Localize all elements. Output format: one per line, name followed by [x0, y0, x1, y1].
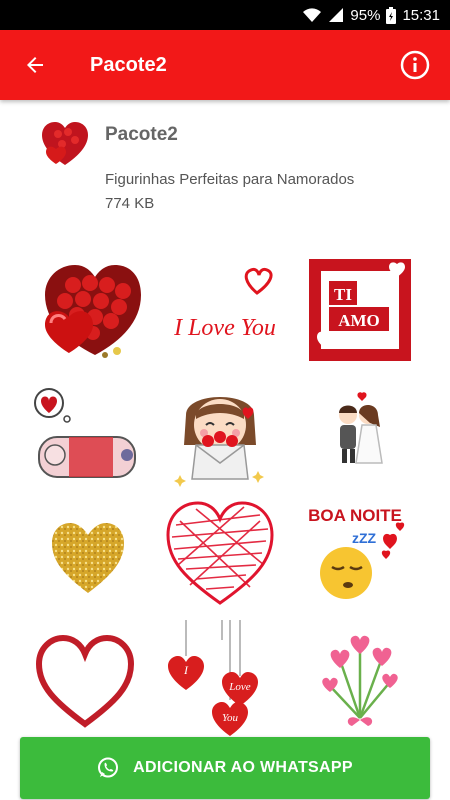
signal-icon: [328, 7, 344, 23]
love-you-text: I Love You: [173, 315, 276, 341]
sticker-girl-with-envelope[interactable]: [160, 375, 280, 495]
hang-heart-text-3: You: [222, 712, 239, 724]
add-to-whatsapp-button[interactable]: ADICIONAR AO WHATSAPP: [20, 737, 430, 799]
sticker-pink-heart-bouquet[interactable]: [300, 620, 420, 740]
sticker-sad-pig[interactable]: [25, 375, 145, 495]
pack-name: Pacote2: [105, 124, 178, 145]
wifi-icon: [302, 7, 322, 23]
battery-icon: [386, 6, 397, 24]
pack-size: 774 KB: [105, 195, 155, 212]
app-bar: Pacote2: [0, 30, 450, 100]
pack-thumbnail: [40, 120, 90, 170]
sticker-boa-noite[interactable]: BOA NOITE zZZ: [300, 495, 420, 615]
arrow-back-icon: [27, 57, 43, 73]
sticker-ti-amo-frame[interactable]: TI AMO: [300, 250, 420, 370]
sticker-kissing-couple[interactable]: [300, 375, 420, 495]
amo-text: AMO: [338, 311, 380, 330]
status-bar: 95% 15:31: [0, 0, 450, 30]
sticker-scribble-heart[interactable]: [160, 495, 280, 615]
clock: 15:31: [402, 6, 440, 24]
back-button[interactable]: [0, 30, 70, 100]
pack-description: Figurinhas Perfeitas para Namorados: [105, 171, 355, 188]
page-title: Pacote2: [90, 53, 167, 76]
sticker-i-love-you[interactable]: I Love You: [165, 250, 285, 370]
zzz-text: zZZ: [352, 530, 377, 546]
pack-header: Pacote2 Figurinhas Perfeitas para Namora…: [0, 100, 450, 240]
info-icon: [400, 50, 430, 80]
sticker-hanging-hearts[interactable]: I Love You: [160, 620, 280, 740]
hang-heart-text-2: Love: [228, 681, 251, 693]
battery-percent: 95%: [350, 6, 381, 24]
sticker-rose-heart-box[interactable]: [30, 250, 150, 370]
info-button[interactable]: [380, 30, 450, 100]
sticker-grid: I Love You TI AMO BOA NOITE zZZ I Love Y…: [0, 245, 450, 736]
add-to-whatsapp-label: ADICIONAR AO WHATSAPP: [133, 759, 353, 776]
whatsapp-icon: [98, 757, 119, 778]
sticker-gold-heart[interactable]: [30, 495, 150, 615]
boa-noite-text: BOA NOITE: [308, 506, 402, 525]
sticker-outline-heart[interactable]: [25, 620, 145, 740]
ti-text: TI: [334, 285, 352, 304]
